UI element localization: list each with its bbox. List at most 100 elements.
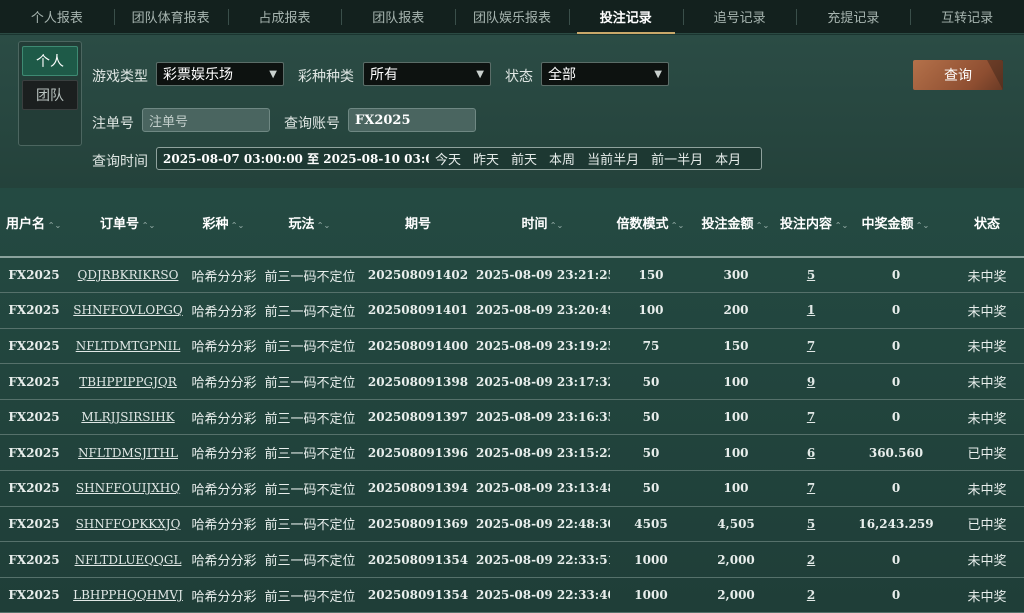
quick-date-1[interactable]: 昨天 — [467, 149, 505, 168]
sort-icon[interactable]: ⌃⌄ — [916, 221, 930, 230]
column-header-6[interactable]: 倍数模式 ⌃⌄ — [610, 188, 692, 258]
quick-date-2[interactable]: 前天 — [505, 149, 543, 168]
sort-icon[interactable]: ⌃⌄ — [48, 221, 62, 230]
cell-user: FX2025 — [0, 541, 68, 578]
game-type-select[interactable]: 彩票娱乐场 ▼ — [156, 62, 284, 86]
sort-icon[interactable]: ⌃⌄ — [142, 221, 156, 230]
cell-play: 前三一码不定位 — [260, 541, 360, 578]
cell-user: FX2025 — [0, 257, 68, 294]
tab-0[interactable]: 个人报表 — [0, 0, 114, 33]
cell-content[interactable]: 5 — [780, 257, 842, 294]
sort-icon[interactable]: ⌃⌄ — [231, 221, 245, 230]
cell-content[interactable]: 1 — [780, 292, 842, 329]
cell-mult: 4505 — [610, 506, 692, 543]
cell-issue: 202508091394 — [360, 470, 476, 507]
cell-status: 未中奖 — [950, 257, 1024, 294]
tab-8[interactable]: 互转记录 — [910, 0, 1024, 33]
cell-status: 未中奖 — [950, 292, 1024, 329]
tab-7[interactable]: 充提记录 — [796, 0, 910, 33]
time-range-input[interactable]: 2025-08-07 03:00:00 至 2025-08-10 03:00:0… — [157, 150, 429, 167]
time-label: 查询时间 — [92, 154, 148, 170]
cell-order[interactable]: SHNFFOPKKXJQ — [68, 506, 188, 543]
cell-time: 2025-08-09 22:48:30 — [476, 506, 610, 543]
cell-user: FX2025 — [0, 577, 68, 613]
cell-lottery: 哈希分分彩 — [188, 399, 260, 436]
time-range-box: 2025-08-07 03:00:00 至 2025-08-10 03:00:0… — [156, 147, 762, 170]
tab-4[interactable]: 团队娱乐报表 — [455, 0, 569, 33]
cell-content[interactable]: 2 — [780, 541, 842, 578]
column-header-10: 状态 — [950, 188, 1024, 258]
cell-order[interactable]: LBHPPHQQHMVJ — [68, 577, 188, 613]
sort-icon[interactable]: ⌃⌄ — [550, 221, 564, 230]
quick-date-3[interactable]: 本周 — [543, 149, 581, 168]
table-row: FX2025 SHNFFOPKKXJQ 哈希分分彩 前三一码不定位 2025080913… — [0, 506, 1024, 543]
order-no-input[interactable]: 注单号 — [142, 108, 270, 132]
quick-date-6[interactable]: 本月 — [709, 149, 747, 168]
column-header-label: 订单号 — [99, 216, 139, 232]
column-header-label: 状态 — [973, 216, 1000, 232]
tab-5[interactable]: 投注记录 — [568, 0, 683, 34]
column-header-3[interactable]: 玩法 ⌃⌄ — [260, 188, 360, 258]
scope-team-button[interactable]: 团队 — [22, 80, 78, 110]
cell-content[interactable]: 2 — [780, 577, 842, 613]
cell-time: 2025-08-09 23:19:25 — [476, 328, 610, 365]
column-header-8[interactable]: 投注内容 ⌃⌄ — [780, 188, 848, 258]
cell-time: 2025-08-09 23:20:49 — [476, 292, 610, 329]
quick-date-options: 今天 昨天 前天 本周 当前半月 前一半月 本月 — [429, 149, 747, 168]
cell-content[interactable]: 5 — [780, 506, 842, 543]
cell-content[interactable]: 7 — [780, 328, 842, 365]
cell-order[interactable]: SHNFFOUIJXHQ — [68, 470, 188, 507]
chevron-down-icon: ▼ — [269, 68, 277, 80]
cell-amount: 100 — [692, 470, 780, 507]
table-row: FX2025 NFLTDMSJITHL 哈希分分彩 前三一码不定位 2025080913… — [0, 434, 1024, 472]
cell-order[interactable]: NFLTDMSJITHL — [68, 434, 188, 472]
sort-icon[interactable]: ⌃⌄ — [671, 221, 685, 230]
scope-personal-button[interactable]: 个人 — [22, 46, 78, 76]
column-header-5[interactable]: 时间 ⌃⌄ — [476, 188, 610, 258]
cell-order[interactable]: NFLTDLUEQQGL — [68, 541, 188, 578]
cell-win: 0 — [842, 257, 950, 294]
quick-date-5[interactable]: 前一半月 — [645, 149, 709, 168]
column-header-1[interactable]: 订单号 ⌃⌄ — [68, 188, 188, 258]
cell-content[interactable]: 7 — [780, 470, 842, 507]
column-header-9[interactable]: 中奖金额 ⌃⌄ — [842, 188, 950, 258]
tab-3[interactable]: 团队报表 — [341, 0, 455, 33]
cell-order[interactable]: QDJRBKRIKRSO — [68, 257, 188, 294]
cell-status: 未中奖 — [950, 328, 1024, 365]
sort-icon[interactable]: ⌃⌄ — [835, 221, 849, 230]
cell-order[interactable]: TBHPPIPPGJQR — [68, 363, 188, 400]
cell-order[interactable]: SHNFFOVLOPGQ — [68, 292, 188, 329]
cell-win: 360.560 — [842, 434, 950, 472]
sort-icon[interactable]: ⌃⌄ — [317, 221, 331, 230]
column-header-label: 彩种 — [202, 216, 229, 232]
query-button[interactable]: 查询 — [913, 60, 1003, 90]
quick-date-0[interactable]: 今天 — [429, 149, 467, 168]
status-select[interactable]: 全部 ▼ — [541, 62, 669, 86]
tab-2[interactable]: 占成报表 — [227, 0, 342, 33]
tab-6[interactable]: 追号记录 — [682, 0, 797, 33]
cell-play: 前三一码不定位 — [260, 434, 360, 472]
cell-content[interactable]: 7 — [780, 399, 842, 436]
sort-icon[interactable]: ⌃⌄ — [756, 221, 770, 230]
cell-lottery: 哈希分分彩 — [188, 577, 260, 613]
cell-content[interactable]: 6 — [780, 434, 842, 472]
account-input[interactable]: FX2025 — [348, 108, 476, 132]
cell-user: FX2025 — [0, 399, 68, 436]
cell-content[interactable]: 9 — [780, 363, 842, 400]
tab-1[interactable]: 团队体育报表 — [113, 0, 228, 33]
cell-win: 0 — [842, 363, 950, 400]
cell-order[interactable]: NFLTDMTGPNIL — [68, 328, 188, 365]
cell-mult: 1000 — [610, 541, 692, 578]
cell-win: 0 — [842, 399, 950, 436]
cell-time: 2025-08-09 23:17:32 — [476, 363, 610, 400]
column-header-2[interactable]: 彩种 ⌃⌄ — [188, 188, 260, 258]
cell-user: FX2025 — [0, 434, 68, 472]
bet-records-table: 用户名 ⌃⌄ 订单号 ⌃⌄ 彩种 ⌃⌄ 玩法 ⌃⌄ 期号 时间 ⌃⌄ 倍数模式 ⌃⌄ 投注金额 ⌃⌄ 投注内容… — [0, 188, 1024, 613]
quick-date-4[interactable]: 当前半月 — [581, 149, 645, 168]
table-row: FX2025 LBHPPHQQHMVJ 哈希分分彩 前三一码不定位 2025080913… — [0, 577, 1024, 613]
column-header-7[interactable]: 投注金额 ⌃⌄ — [692, 188, 780, 258]
column-header-0[interactable]: 用户名 ⌃⌄ — [0, 188, 68, 258]
lottery-type-select[interactable]: 所有 ▼ — [363, 62, 491, 86]
cell-order[interactable]: MLRJJSIRSIHK — [68, 399, 188, 436]
table-row: FX2025 QDJRBKRIKRSO 哈希分分彩 前三一码不定位 2025080914… — [0, 257, 1024, 294]
